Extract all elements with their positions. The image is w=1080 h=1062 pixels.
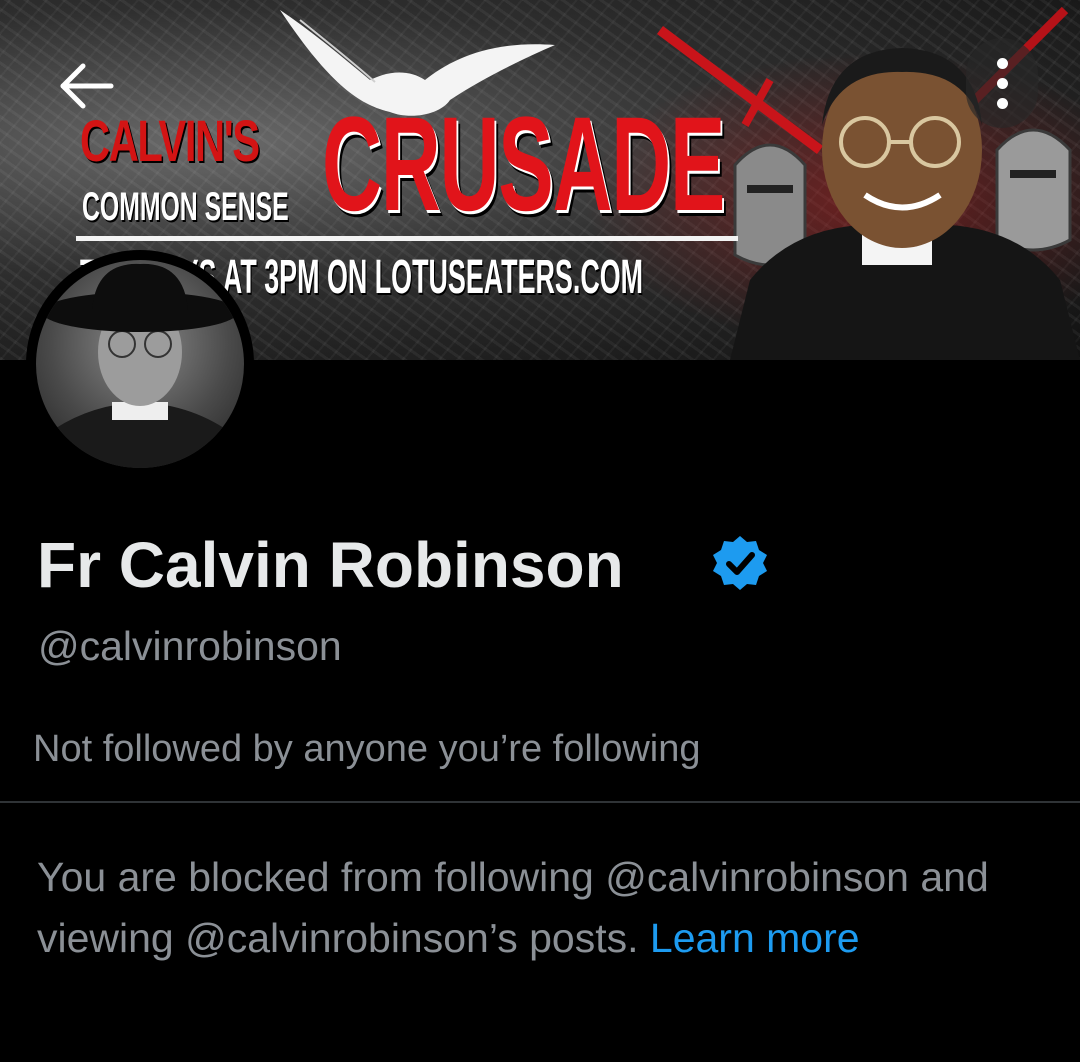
display-name: Fr Calvin Robinson xyxy=(37,529,624,601)
verified-badge-icon xyxy=(713,536,767,590)
arrow-left-icon xyxy=(60,63,114,109)
profile-handle: @calvinrobinson xyxy=(38,623,342,669)
banner-title-rule xyxy=(76,236,738,241)
followers-you-know: Not followed by anyone you’re following xyxy=(33,728,701,770)
back-button[interactable] xyxy=(48,48,124,124)
blocked-notice: You are blocked from following @calvinro… xyxy=(37,847,1057,969)
section-divider xyxy=(0,801,1080,803)
more-options-button[interactable] xyxy=(966,38,1038,128)
avatar-image xyxy=(36,260,244,468)
banner-title-main: CRUSADE xyxy=(322,90,725,239)
more-vertical-icon xyxy=(996,57,1008,69)
avatar-portrait xyxy=(36,263,244,468)
avatar[interactable] xyxy=(26,250,254,478)
more-vertical-icon-dot xyxy=(996,77,1008,89)
learn-more-link[interactable]: Learn more xyxy=(650,915,860,961)
more-vertical-icon-dot xyxy=(996,97,1008,109)
banner-title-small: CALVIN'S xyxy=(80,109,260,174)
banner-title-sub: COMMON SENSE xyxy=(82,185,289,229)
